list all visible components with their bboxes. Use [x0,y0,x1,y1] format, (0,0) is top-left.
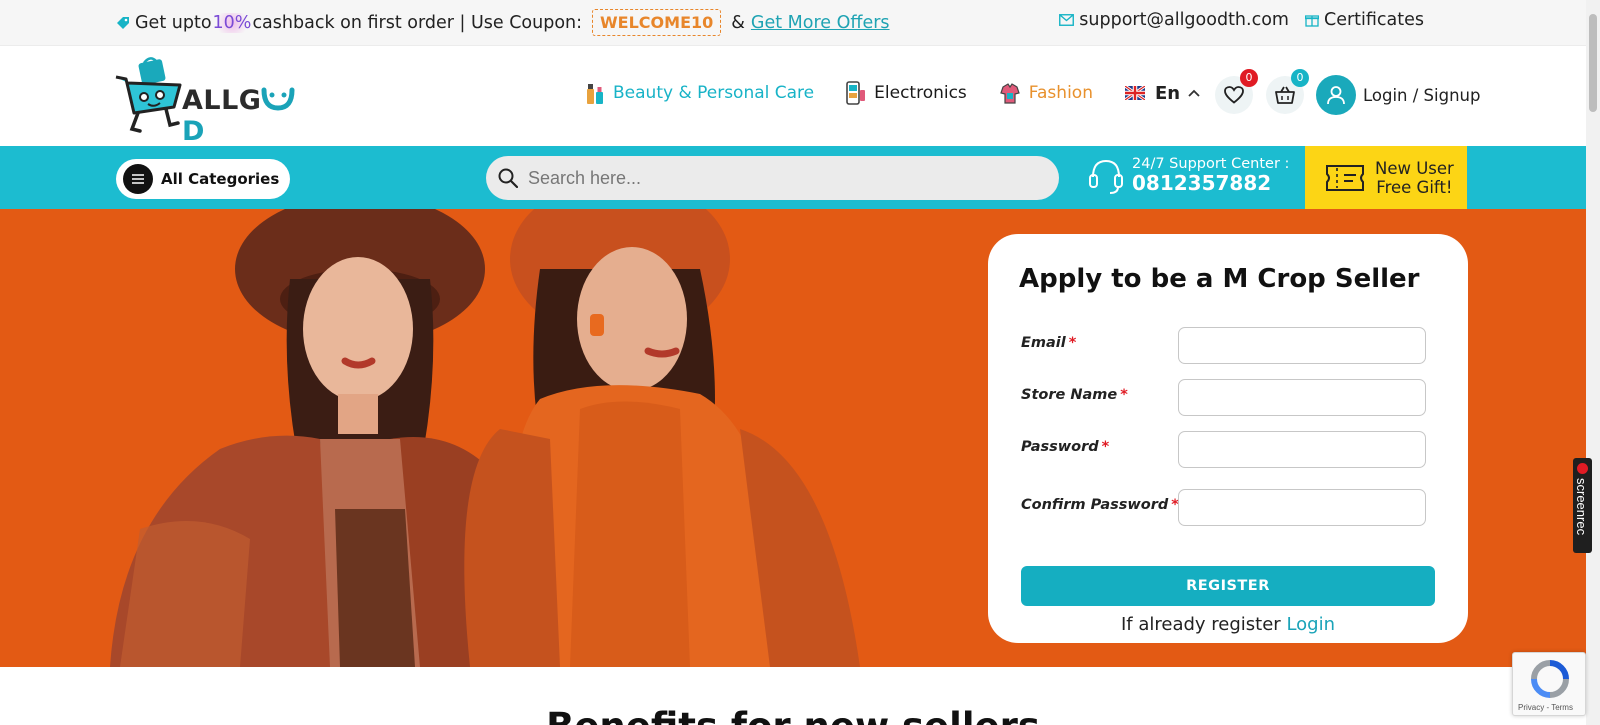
already-registered-text: If already register Login [988,614,1468,635]
nav-electronics-label: Electronics [874,83,967,103]
scrollbar-thumb[interactable] [1589,14,1597,112]
recaptcha-terms[interactable]: Privacy - Terms [1518,703,1573,712]
certificates-link[interactable]: Certificates [1304,10,1424,30]
password-field[interactable] [1178,431,1426,468]
get-more-offers-link[interactable]: Get More Offers [751,13,890,33]
shopping-cart-mascot-icon [115,57,182,133]
search-strip: All Categories 24/7 Support Center : 081… [0,146,1586,209]
all-categories-label: All Categories [161,170,280,188]
promo-text: Get upto 10% cashback on first order | U… [116,9,890,36]
logo-oo-smile-icon [261,87,295,111]
logo-wordmark: ALLGD [182,85,314,147]
login-signup-label: Login / Signup [1363,85,1481,105]
wishlist-count-badge: 0 [1240,69,1258,87]
support-center: 24/7 Support Center : 0812357882 [1088,156,1289,195]
support-title: 24/7 Support Center : [1132,156,1290,172]
chevron-up-icon [1188,89,1200,97]
support-phone[interactable]: 0812357882 [1132,171,1289,195]
cart-count-badge: 0 [1291,69,1309,87]
main-nav: Beauty & Personal Care Electronics Fashi… [585,81,1200,105]
screenrec-widget[interactable]: screenrec [1573,458,1592,553]
heart-icon [1224,86,1244,104]
promo-prefix: Get upto [135,12,212,33]
headset-icon [1089,159,1123,194]
page-scrollbar[interactable] [1586,0,1600,725]
logo-text-main: ALLG [182,85,262,116]
nav-beauty-personal-care[interactable]: Beauty & Personal Care [585,81,814,105]
record-dot-icon [1577,463,1588,474]
certificates-label: Certificates [1323,10,1424,30]
gift-text: New User Free Gift! [1375,159,1454,197]
search-icon [498,168,518,188]
support-email: support@allgoodth.com [1079,10,1289,30]
store-name-label: Store Name * [1021,387,1128,403]
support-email-link[interactable]: support@allgoodth.com [1059,10,1289,30]
already-register-label: If already register [1120,614,1287,635]
promo-amp: & [731,12,745,33]
benefits-heading: Benefits for new sellers [0,705,1586,725]
promo-mid: cashback on first order | Use Coupon: [252,12,583,33]
hero-banner: Apply to be a M Crop Seller Email * Store… [0,209,1586,667]
logo-text-end: D [182,116,205,147]
gift-line1: New User [1375,158,1454,178]
confirm-password-label: Confirm Password * [1021,497,1179,513]
login-link[interactable]: Login [1286,614,1335,635]
email-field[interactable] [1178,327,1426,364]
new-user-gift-banner[interactable]: New User Free Gift! [1305,146,1467,209]
seller-registration-card: Apply to be a M Crop Seller Email * Store… [988,234,1468,643]
tag-icon [117,16,129,29]
nav-fashion[interactable]: Fashion [999,81,1093,105]
support-text: 24/7 Support Center : 0812357882 [1132,156,1289,195]
store-name-field[interactable] [1178,379,1426,416]
password-label: Password * [1021,439,1110,455]
allgood-logo[interactable]: ALLGD [114,57,314,147]
search-input[interactable] [528,167,1028,189]
register-button[interactable]: REGISTER [1021,566,1435,606]
login-signup-link[interactable]: Login / Signup [1316,75,1480,115]
recaptcha-badge[interactable]: Privacy - Terms [1512,652,1586,716]
gift-box-icon [1304,15,1319,27]
wishlist-button[interactable]: 0 [1215,69,1258,114]
email-label: Email * [1021,335,1077,351]
nav-beauty-label: Beauty & Personal Care [613,83,815,103]
cart-button[interactable]: 0 [1266,69,1309,114]
coupon-ticket-icon [1326,164,1364,191]
basket-icon [1275,86,1295,104]
uk-flag-icon [1124,86,1145,100]
form-title: Apply to be a M Crop Seller [1019,264,1420,294]
nav-fashion-label: Fashion [1028,83,1093,103]
top-promo-bar: Get upto 10% cashback on first order | U… [0,0,1586,46]
language-label: En [1154,82,1181,104]
promo-percent: 10% [211,12,253,33]
mail-icon [1059,14,1075,26]
electronics-icon [846,81,866,105]
all-categories-button[interactable]: All Categories [116,159,290,199]
screenrec-label: screenrec [1574,478,1589,536]
coupon-code[interactable]: WELCOME10 [592,9,722,36]
fashion-clothes-icon [1000,83,1020,104]
fashion-models-hero-image [110,209,860,667]
nav-electronics[interactable]: Electronics [846,81,967,105]
gift-line2: Free Gift! [1376,177,1453,197]
topbar-right: support@allgoodth.com Certificates [1059,10,1424,30]
confirm-password-field[interactable] [1178,489,1426,526]
user-icon [1327,86,1345,105]
recaptcha-icon [1531,660,1569,698]
user-avatar [1316,75,1356,115]
cosmetics-icon [587,84,603,104]
hamburger-menu-icon [123,164,153,194]
main-header: ALLGD Beauty & Personal Care Electronics… [0,47,1586,147]
search-box [486,156,1059,200]
language-selector[interactable]: En [1124,82,1200,104]
